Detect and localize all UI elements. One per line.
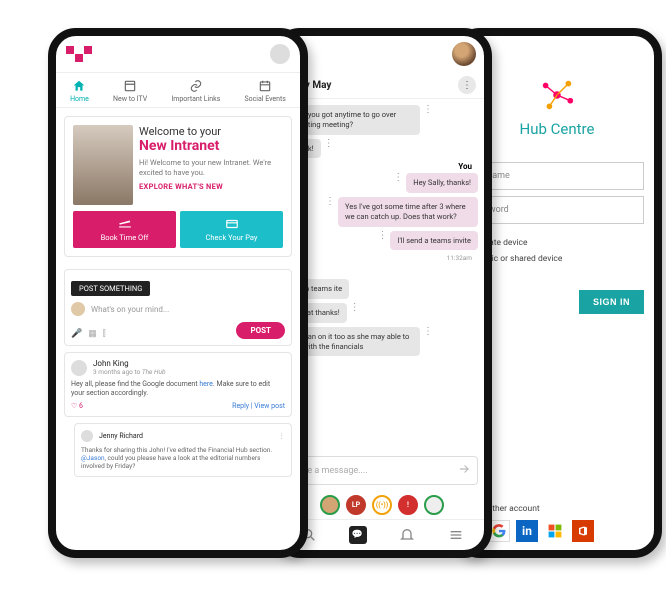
composer-input[interactable]: What's on your mind... xyxy=(91,305,169,314)
outgoing-message: I'll send a teams invite xyxy=(390,231,478,251)
microsoft-login-icon[interactable] xyxy=(544,520,566,542)
brand-logo-icon[interactable] xyxy=(66,46,92,62)
post-section-label: POST SOMETHING xyxy=(71,281,150,296)
post-composer: POST SOMETHING What's on your mind... 🎤 … xyxy=(64,269,292,346)
post-avatar-icon xyxy=(71,360,87,376)
intranet-phone: Home New to ITV Important Links Social E… xyxy=(48,28,308,558)
welcome-card: Welcome to your New Intranet Hi! Welcome… xyxy=(64,116,292,257)
attach-chart-icon[interactable]: ⫿ xyxy=(103,329,106,339)
hero-subtitle: Hi! Welcome to your new Intranet. We're … xyxy=(139,158,283,178)
tab-important-links[interactable]: Important Links xyxy=(171,79,220,103)
reply-body: Thanks for sharing this John! I've edite… xyxy=(81,446,285,470)
hub-logo-icon xyxy=(538,76,576,114)
tab-new-to-itv[interactable]: New to ITV xyxy=(113,79,147,103)
message-menu-icon[interactable]: ⋮ xyxy=(377,231,387,241)
sender-you-label: You xyxy=(280,162,472,171)
tab-social-events[interactable]: Social Events xyxy=(244,79,285,103)
explore-link[interactable]: EXPLORE WHAT'S NEW xyxy=(139,182,283,191)
contact-avatar[interactable]: LP xyxy=(346,495,366,515)
attach-audio-icon[interactable]: 🎤 xyxy=(71,329,82,339)
contact-avatar[interactable] xyxy=(424,495,444,515)
more-options-button[interactable]: ⋮ xyxy=(458,76,476,94)
outgoing-message: Yes I've got some time after 3 where we … xyxy=(338,197,478,227)
message-input[interactable]: Type a message.... xyxy=(286,456,478,485)
button-label: Check Your Pay xyxy=(206,233,258,242)
tab-label: Home xyxy=(70,95,89,103)
sender-label: May xyxy=(280,268,478,277)
message-menu-icon[interactable]: ⋮ xyxy=(325,197,335,207)
tab-label: Important Links xyxy=(171,95,220,103)
contact-avatar[interactable]: ! xyxy=(398,495,418,515)
office-login-icon[interactable] xyxy=(572,520,594,542)
view-post-link[interactable]: View post xyxy=(254,402,285,410)
message-menu-icon[interactable]: ⋮ xyxy=(350,303,360,313)
hero-line1: Welcome to your xyxy=(139,125,283,138)
reply-link[interactable]: Reply xyxy=(232,402,249,410)
feed-reply: Jenny Richard ⋮ Thanks for sharing this … xyxy=(74,423,292,477)
send-icon[interactable] xyxy=(457,462,471,479)
reply-avatar-icon xyxy=(81,430,93,442)
button-label: Book Time Off xyxy=(101,233,149,242)
attach-image-icon[interactable]: ▦ xyxy=(88,329,97,339)
tab-label: New to ITV xyxy=(113,95,147,103)
tab-home[interactable]: Home xyxy=(70,79,89,103)
signin-button[interactable]: SIGN IN xyxy=(579,290,644,314)
nav-menu-icon[interactable] xyxy=(447,526,465,544)
contact-avatar[interactable]: ((•)) xyxy=(372,495,392,515)
contact-avatar[interactable] xyxy=(320,495,340,515)
outgoing-message: Hey Sally, thanks! xyxy=(406,173,478,193)
composer-avatar-icon xyxy=(71,302,85,316)
post-author: John King xyxy=(93,359,166,368)
post-body: Hey all, please find the Google document… xyxy=(71,380,285,398)
hero-line2: New Intranet xyxy=(139,138,283,154)
like-button[interactable]: ♡ 6 xyxy=(71,402,83,410)
nav-chat-icon[interactable]: 💬 xyxy=(349,526,367,544)
book-time-off-button[interactable]: Book Time Off xyxy=(73,211,176,248)
feed-post: John King 3 months ago to The Hub Hey al… xyxy=(64,352,292,417)
doc-link[interactable]: here xyxy=(199,380,213,388)
message-menu-icon[interactable]: ⋮ xyxy=(423,327,433,337)
hero-image xyxy=(73,125,133,205)
mention-link[interactable]: @Jason xyxy=(81,454,105,462)
message-timestamp: 11:32am xyxy=(280,254,472,262)
linkedin-login-icon[interactable]: in xyxy=(516,520,538,542)
user-avatar-icon[interactable] xyxy=(452,42,476,66)
tab-label: Social Events xyxy=(244,95,285,103)
message-menu-icon[interactable]: ⋮ xyxy=(393,173,403,183)
reply-menu-icon[interactable]: ⋮ xyxy=(279,432,286,440)
reply-author: Jenny Richard xyxy=(99,432,143,440)
message-menu-icon[interactable]: ⋮ xyxy=(324,139,334,149)
profile-avatar-icon[interactable] xyxy=(270,44,290,64)
login-title: Hub Centre xyxy=(520,120,595,138)
check-your-pay-button[interactable]: Check Your Pay xyxy=(180,211,283,248)
message-menu-icon[interactable]: ⋮ xyxy=(423,105,433,115)
nav-bell-icon[interactable] xyxy=(398,526,416,544)
post-button[interactable]: POST xyxy=(236,322,285,339)
